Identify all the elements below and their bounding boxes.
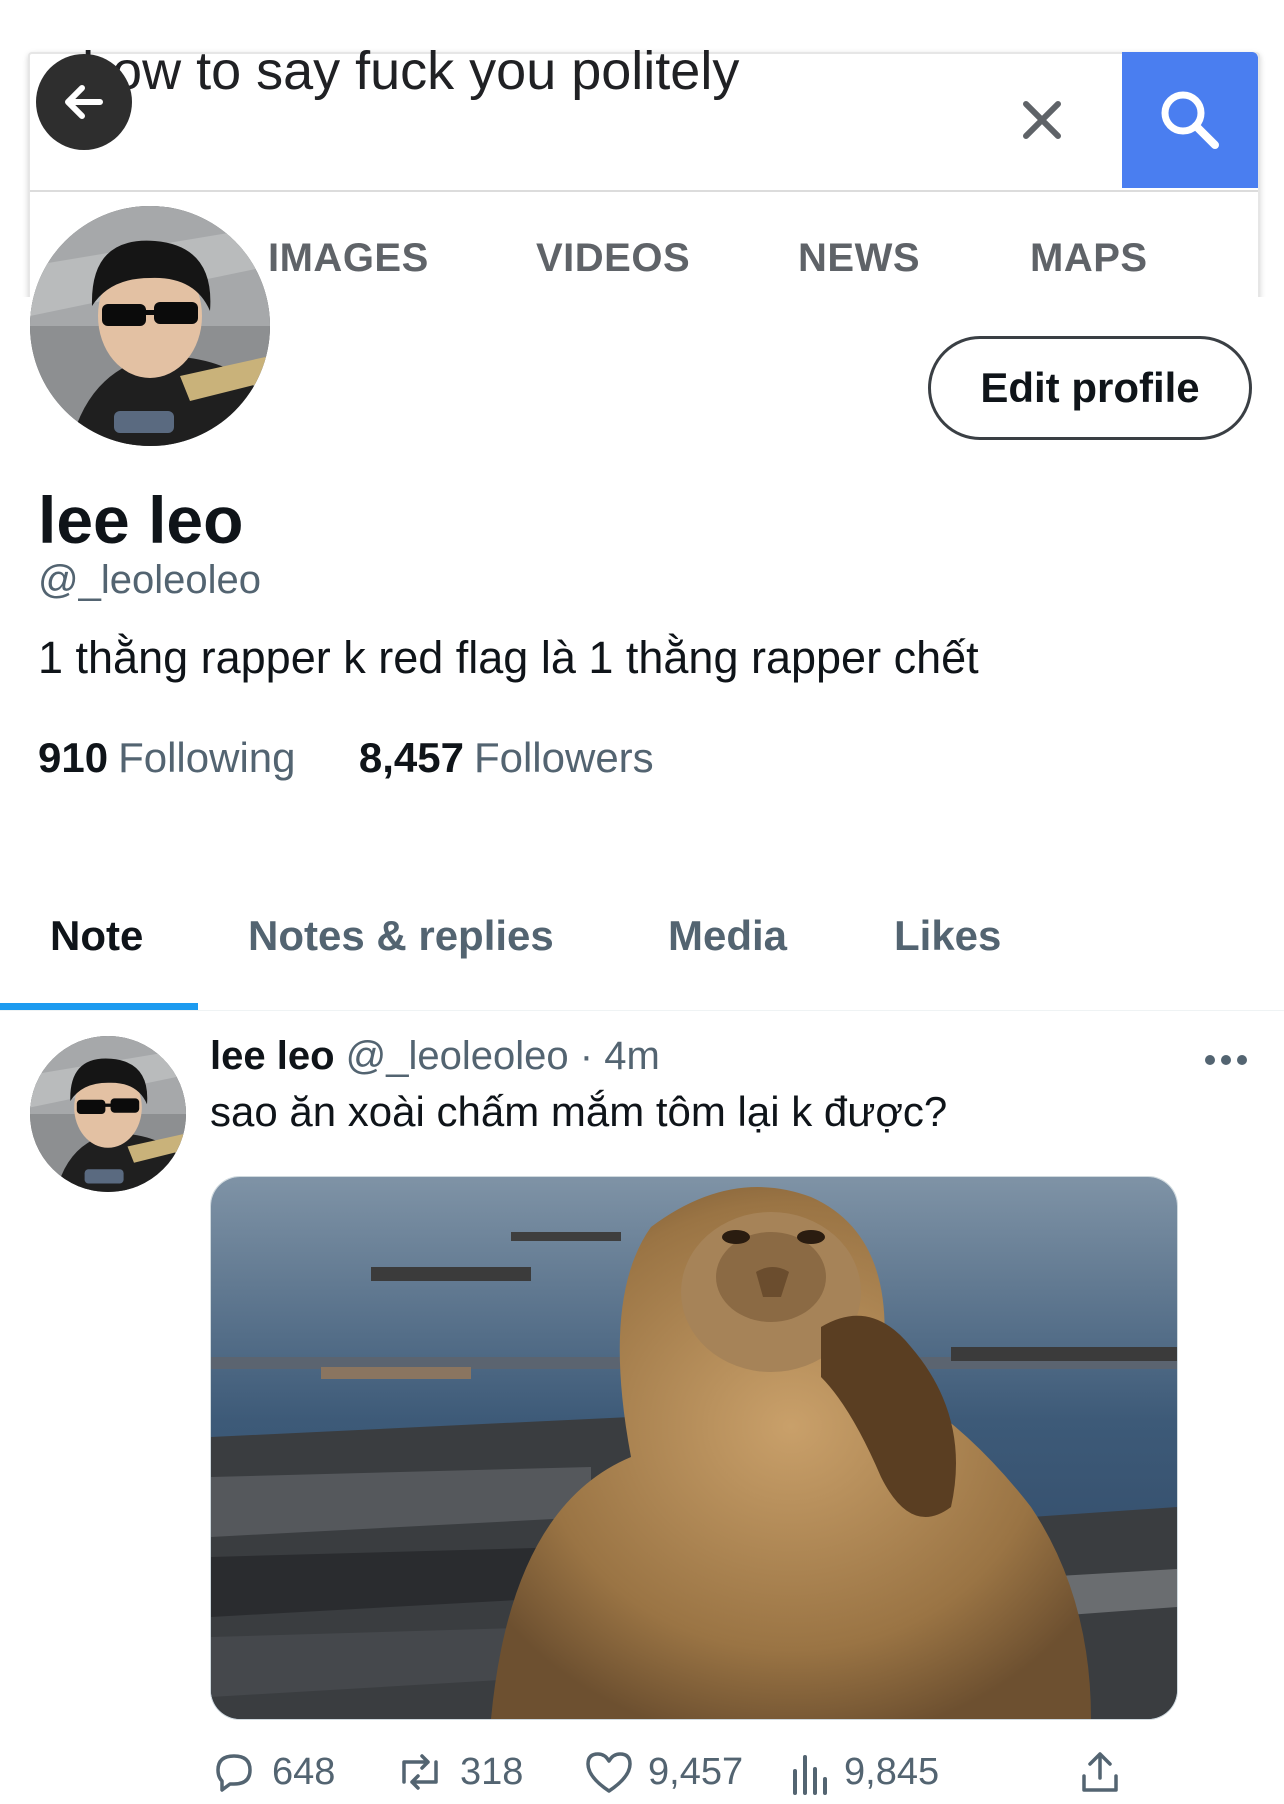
tab-media[interactable]: Media <box>668 912 787 960</box>
post-author-handle[interactable]: @_leoleoleo <box>346 1034 569 1078</box>
clear-search-button[interactable] <box>1010 88 1074 152</box>
tab-note[interactable]: Note <box>50 912 143 960</box>
profile-handle: @_leoleoleo <box>38 558 261 602</box>
post-text: sao ăn xoài chấm mắm tôm lại k được? <box>210 1088 948 1135</box>
post-author-name[interactable]: lee leo <box>210 1034 335 1078</box>
close-icon <box>1023 101 1061 139</box>
avatar-image <box>30 206 270 446</box>
edit-profile-button[interactable]: Edit profile <box>928 336 1252 440</box>
views-chart-icon <box>793 1755 827 1795</box>
search-tab-maps[interactable]: MAPS <box>1030 236 1148 281</box>
followers-link[interactable]: 8,457 Followers <box>359 734 654 781</box>
arrow-left-icon <box>65 85 103 119</box>
post-actions: 648 318 9,457 9,845 <box>210 1742 1130 1802</box>
tab-likes[interactable]: Likes <box>894 912 1001 960</box>
comment-icon <box>216 1754 252 1792</box>
profile-display-name: lee leo <box>38 483 244 557</box>
repost-count: 318 <box>460 1750 524 1793</box>
active-tab-indicator <box>0 1003 198 1010</box>
post-more-button[interactable] <box>1196 1040 1256 1080</box>
following-label: Following <box>118 734 296 781</box>
profile-avatar[interactable] <box>30 206 270 446</box>
more-horizontal-icon <box>1205 1055 1247 1065</box>
repost-icon <box>402 1754 438 1790</box>
share-icon <box>1082 1752 1118 1792</box>
search-button[interactable] <box>1122 52 1258 188</box>
following-count: 910 <box>38 734 109 781</box>
followers-count: 8,457 <box>358 734 464 781</box>
post-header: lee leo @_leoleoleo · 4m <box>210 1034 660 1079</box>
tab-divider <box>0 1010 1284 1011</box>
repost-button[interactable]: 318 <box>394 1742 523 1802</box>
search-tab-videos[interactable]: VIDEOS <box>536 236 690 281</box>
views-button[interactable]: 9,845 <box>790 1742 939 1802</box>
avatar-image <box>30 1036 186 1192</box>
like-count: 9,457 <box>648 1750 744 1793</box>
profile-bio: 1 thằng rapper k red flag là 1 thằng rap… <box>38 632 979 683</box>
search-tab-images[interactable]: IMAGES <box>268 236 429 281</box>
share-button[interactable] <box>1078 1742 1136 1802</box>
heart-icon <box>586 1752 632 1793</box>
reply-button[interactable]: 648 <box>210 1742 335 1802</box>
search-tab-news[interactable]: NEWS <box>798 236 920 281</box>
reply-count: 648 <box>272 1750 336 1793</box>
followers-label: Followers <box>473 734 654 781</box>
back-button[interactable] <box>36 54 132 150</box>
following-link[interactable]: 910 Following <box>38 734 307 781</box>
views-count: 9,845 <box>844 1750 940 1793</box>
tab-notes-replies[interactable]: Notes & replies <box>248 912 554 960</box>
post-author-avatar[interactable] <box>30 1036 186 1192</box>
profile-stats: 910 Following 8,457 Followers <box>38 734 654 782</box>
post-timestamp[interactable]: 4m <box>604 1034 660 1078</box>
search-icon <box>1161 91 1219 149</box>
search-input[interactable]: how to say fuck you politely <box>82 40 739 102</box>
post-image[interactable] <box>210 1176 1178 1720</box>
like-button[interactable]: 9,457 <box>584 1742 743 1802</box>
monkey-photo <box>211 1177 1177 1719</box>
post-separator: · <box>579 1034 594 1078</box>
